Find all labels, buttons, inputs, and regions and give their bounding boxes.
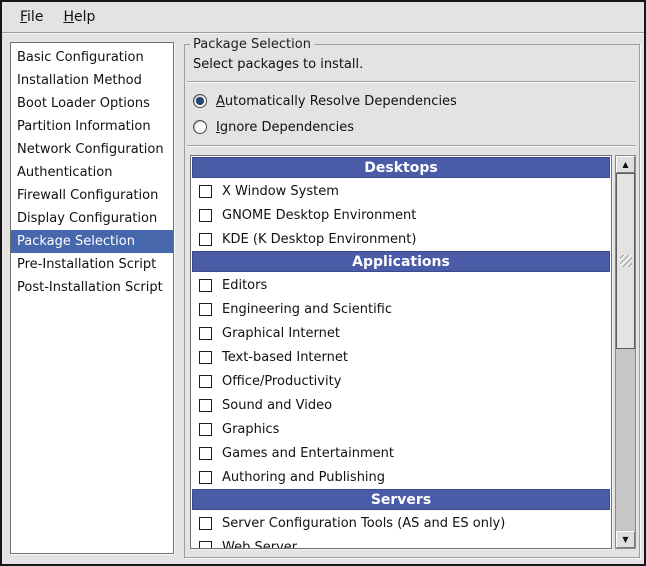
list-item[interactable]: Graphics bbox=[192, 417, 610, 441]
list-item[interactable]: X Window System bbox=[192, 179, 610, 203]
list-item[interactable]: Server Configuration Tools (AS and ES on… bbox=[192, 511, 610, 535]
separator bbox=[187, 81, 636, 83]
package-label: Server Configuration Tools (AS and ES on… bbox=[222, 516, 505, 531]
sidebar-item-network-configuration[interactable]: Network Configuration bbox=[11, 138, 173, 161]
package-label: GNOME Desktop Environment bbox=[222, 208, 416, 223]
vertical-scrollbar[interactable]: ▲ ▼ bbox=[615, 155, 636, 549]
up-arrow-icon: ▲ bbox=[622, 160, 628, 169]
radio-label-resolve-dependencies: Automatically Resolve Dependencies bbox=[216, 94, 457, 109]
package-label: Sound and Video bbox=[222, 398, 332, 413]
sidebar-item-partition-information[interactable]: Partition Information bbox=[11, 115, 173, 138]
menu-help[interactable]: Help bbox=[53, 4, 105, 30]
list-item[interactable]: Authoring and Publishing bbox=[192, 465, 610, 489]
checkbox-icon[interactable] bbox=[199, 233, 212, 246]
sidebar-item-post-installation-script[interactable]: Post-Installation Script bbox=[11, 276, 173, 299]
package-label: KDE (K Desktop Environment) bbox=[222, 232, 416, 247]
list-item[interactable]: KDE (K Desktop Environment) bbox=[192, 227, 610, 251]
list-item[interactable]: Engineering and Scientific bbox=[192, 297, 610, 321]
list-item[interactable]: Text-based Internet bbox=[192, 345, 610, 369]
sidebar-item-pre-installation-script[interactable]: Pre-Installation Script bbox=[11, 253, 173, 276]
package-selection-frame: Package Selection Select packages to ins… bbox=[184, 44, 640, 558]
panel-subtitle: Select packages to install. bbox=[193, 57, 363, 72]
list-item[interactable]: Office/Productivity bbox=[192, 369, 610, 393]
group-header-desktops: Desktops bbox=[192, 157, 610, 178]
scrollbar-grip-icon bbox=[620, 255, 632, 267]
scroll-up-button[interactable]: ▲ bbox=[616, 156, 635, 173]
sidebar-item-basic-configuration[interactable]: Basic Configuration bbox=[11, 46, 173, 69]
checkbox-icon[interactable] bbox=[199, 447, 212, 460]
package-list: Desktops X Window System GNOME Desktop E… bbox=[190, 155, 612, 549]
sidebar-item-boot-loader-options[interactable]: Boot Loader Options bbox=[11, 92, 173, 115]
package-label: Authoring and Publishing bbox=[222, 470, 385, 485]
checkbox-icon[interactable] bbox=[199, 303, 212, 316]
down-arrow-icon: ▼ bbox=[622, 535, 628, 544]
sidebar-item-display-configuration[interactable]: Display Configuration bbox=[11, 207, 173, 230]
radio-button-icon[interactable] bbox=[193, 94, 207, 108]
package-label: Graphics bbox=[222, 422, 279, 437]
separator bbox=[187, 145, 636, 147]
list-item[interactable]: Sound and Video bbox=[192, 393, 610, 417]
package-label: Editors bbox=[222, 278, 267, 293]
radio-row-ignore-dependencies[interactable]: Ignore Dependencies bbox=[193, 119, 354, 135]
radio-row-resolve-dependencies[interactable]: Automatically Resolve Dependencies bbox=[193, 93, 457, 109]
checkbox-icon[interactable] bbox=[199, 517, 212, 530]
package-list-wrap: Desktops X Window System GNOME Desktop E… bbox=[190, 155, 636, 549]
checkbox-icon[interactable] bbox=[199, 399, 212, 412]
scroll-down-button[interactable]: ▼ bbox=[616, 531, 635, 548]
sidebar-item-installation-method[interactable]: Installation Method bbox=[11, 69, 173, 92]
checkbox-icon[interactable] bbox=[199, 423, 212, 436]
group-header-applications: Applications bbox=[192, 251, 610, 272]
sidebar-item-package-selection[interactable]: Package Selection bbox=[11, 230, 173, 253]
list-item[interactable]: Graphical Internet bbox=[192, 321, 610, 345]
package-label: X Window System bbox=[222, 184, 339, 199]
package-label: Games and Entertainment bbox=[222, 446, 394, 461]
sidebar-item-firewall-configuration[interactable]: Firewall Configuration bbox=[11, 184, 173, 207]
checkbox-icon[interactable] bbox=[199, 327, 212, 340]
list-item[interactable]: Web Server bbox=[192, 535, 610, 549]
list-item[interactable]: GNOME Desktop Environment bbox=[192, 203, 610, 227]
checkbox-icon[interactable] bbox=[199, 375, 212, 388]
package-label: Web Server bbox=[222, 540, 297, 550]
radio-label-ignore-dependencies: Ignore Dependencies bbox=[216, 120, 354, 135]
package-label: Engineering and Scientific bbox=[222, 302, 392, 317]
kickstart-configurator-window: File Help Basic Configuration Installati… bbox=[0, 0, 646, 566]
scrollbar-thumb[interactable] bbox=[616, 173, 635, 349]
menu-file[interactable]: File bbox=[10, 4, 53, 30]
checkbox-icon[interactable] bbox=[199, 279, 212, 292]
list-item[interactable]: Editors bbox=[192, 273, 610, 297]
sidebar-item-authentication[interactable]: Authentication bbox=[11, 161, 173, 184]
list-item[interactable]: Games and Entertainment bbox=[192, 441, 610, 465]
menu-help-label: Help bbox=[63, 9, 95, 25]
checkbox-icon[interactable] bbox=[199, 351, 212, 364]
menu-file-label: File bbox=[20, 9, 43, 25]
frame-title: Package Selection bbox=[190, 36, 314, 53]
scrollbar-track[interactable] bbox=[616, 173, 635, 531]
package-label: Office/Productivity bbox=[222, 374, 341, 389]
group-header-servers: Servers bbox=[192, 489, 610, 510]
package-label: Graphical Internet bbox=[222, 326, 340, 341]
checkbox-icon[interactable] bbox=[199, 541, 212, 550]
checkbox-icon[interactable] bbox=[199, 209, 212, 222]
radio-button-icon[interactable] bbox=[193, 120, 207, 134]
package-label: Text-based Internet bbox=[222, 350, 348, 365]
config-section-list: Basic Configuration Installation Method … bbox=[10, 42, 174, 554]
checkbox-icon[interactable] bbox=[199, 185, 212, 198]
checkbox-icon[interactable] bbox=[199, 471, 212, 484]
menubar: File Help bbox=[2, 2, 644, 33]
